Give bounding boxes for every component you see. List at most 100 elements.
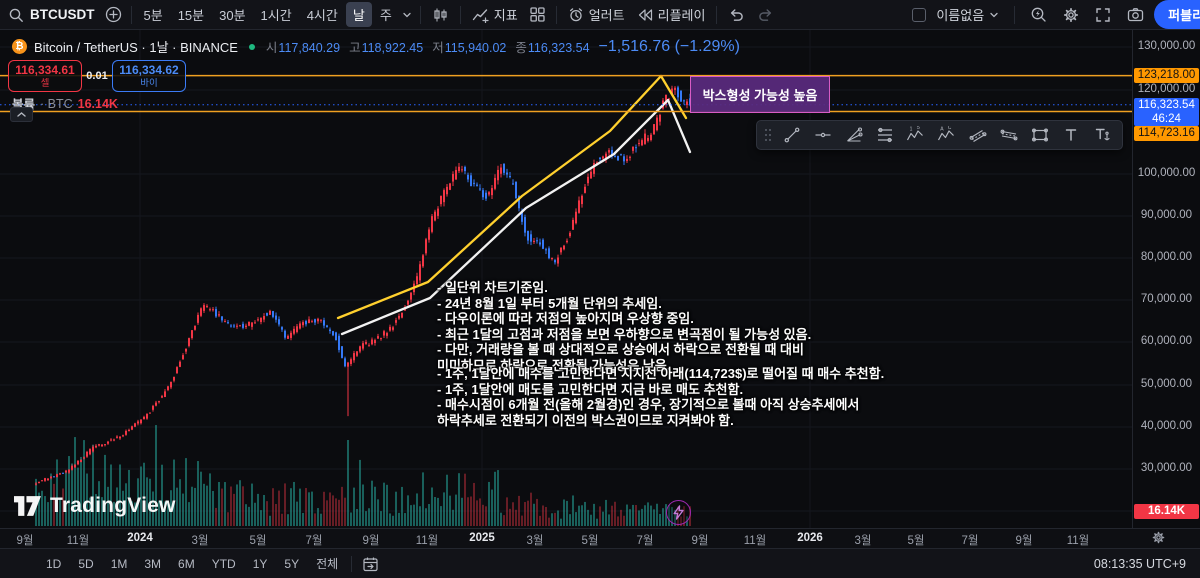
add-symbol-icon[interactable] — [105, 6, 122, 23]
disjoint-channel-tool-icon[interactable] — [993, 122, 1024, 148]
timeframe-15분[interactable]: 15분 — [171, 2, 211, 27]
anchored-text-tool-icon[interactable] — [1086, 122, 1117, 148]
layout-name-button[interactable]: 이름없음 — [930, 2, 1005, 27]
buy-button[interactable]: 116,334.62 바이 — [112, 60, 186, 92]
layout-templates-icon[interactable] — [524, 4, 551, 25]
clock-timezone[interactable]: 08:13:35 UTC+9 — [1094, 557, 1186, 571]
range-1Y[interactable]: 1Y — [253, 557, 268, 571]
screenshot-camera-icon[interactable] — [1121, 4, 1150, 25]
indicators-button[interactable]: 지표 — [466, 2, 524, 27]
range-group: 1D 5D 1M 3M 6M YTD 1Y 5Y 전체 — [46, 555, 355, 572]
ohlc-item: 시117,840.29 — [265, 41, 341, 55]
price-axis[interactable]: 123,218.00 116,323.54 46:24 114,723.16 1… — [1132, 30, 1200, 528]
range-YTD[interactable]: YTD — [212, 557, 236, 571]
buy-label: 바이 — [140, 77, 158, 89]
symbol-header[interactable]: ₿ Bitcoin / TetherUS · 1날 · BINANCE 시117… — [12, 37, 740, 56]
trend-line-tool-icon[interactable] — [776, 122, 807, 148]
time-tick: 11월 — [66, 535, 90, 547]
time-tick: 9월 — [16, 535, 34, 547]
search-icon[interactable] — [8, 7, 24, 23]
annotation-line: - 다만, 거래량을 볼 때 상대적으로 상승에서 하락으로 전환될 때 대비 — [437, 342, 804, 358]
publish-button[interactable]: 퍼블리시 — [1154, 0, 1200, 29]
annotation-line: - 24년 8월 1일 부터 5개월 단위의 추세임. — [437, 295, 662, 311]
drag-handle-icon[interactable] — [762, 122, 774, 148]
alarm-clock-icon — [568, 7, 584, 23]
elliott-impulse-tool-icon[interactable]: 15 — [900, 122, 931, 148]
fib-retracement-tool-icon[interactable] — [869, 122, 900, 148]
divider — [555, 5, 557, 24]
annotation-line: - 1주, 1달안에 매수를 고민한다면 지지선 아래(114,723$)로 떨… — [437, 366, 885, 381]
boost-button[interactable] — [666, 500, 691, 525]
drawing-toolbar: 15AC — [756, 120, 1123, 150]
time-tick: 7월 — [305, 535, 323, 547]
chevron-down-icon[interactable] — [402, 11, 412, 19]
price-chart[interactable] — [0, 30, 1132, 528]
bar-countdown: 46:24 — [1152, 112, 1181, 125]
time-tick: 5월 — [581, 535, 599, 547]
time-tick: 3월 — [854, 535, 872, 547]
time-tick: 2024 — [127, 532, 153, 544]
range-3M[interactable]: 3M — [144, 557, 161, 571]
chart-style-icon[interactable] — [426, 4, 455, 26]
watermark-text: TradingView — [50, 494, 176, 517]
range-1D[interactable]: 1D — [46, 557, 61, 571]
indicators-icon — [472, 7, 489, 23]
sell-label: 셀 — [40, 77, 50, 89]
range-전체[interactable]: 전체 — [316, 555, 338, 572]
text-tool-icon[interactable] — [1055, 122, 1086, 148]
timeframe-주[interactable]: 주 — [373, 2, 399, 27]
timeframe-1시간[interactable]: 1시간 — [254, 2, 299, 27]
timeframe-30분[interactable]: 30분 — [212, 2, 252, 27]
annotation-line: - 일단위 차트기준임. — [437, 280, 548, 295]
spread-value: 0.01 — [86, 70, 108, 82]
annotation-line: - 다우이론에 따라 저점의 높아지며 우상향 중임. — [437, 311, 694, 327]
price-change: −1,516.76 (−1.29%) — [598, 37, 740, 55]
fullscreen-icon[interactable] — [1089, 4, 1117, 26]
indicators-label: 지표 — [493, 8, 518, 23]
time-axis[interactable]: 9월 11월 2024 3월 5월 7월 9월 11월 2025 3월 5월 7월 9월 11월 2026 3… — [0, 528, 1200, 548]
timeframe-4시간[interactable]: 4시간 — [300, 2, 345, 27]
alert-button[interactable]: 얼러트 — [562, 2, 631, 27]
undo-icon[interactable] — [722, 4, 751, 25]
range-1M[interactable]: 1M — [111, 557, 128, 571]
range-6M[interactable]: 6M — [178, 557, 195, 571]
trend-fan-tool-icon[interactable] — [838, 122, 869, 148]
bottom-toolbar: 1D 5D 1M 3M 6M YTD 1Y 5Y 전체 08:13:35 UTC+9 — [0, 548, 1200, 578]
pane-collapse-button[interactable] — [10, 107, 33, 122]
annotation-line: - 1주, 1달안에 매도를 고민한다면 지금 바로 매도 추천함. — [437, 381, 744, 397]
range-5D[interactable]: 5D — [78, 557, 93, 571]
range-5Y[interactable]: 5Y — [284, 557, 299, 571]
sell-button[interactable]: 116,334.61 셀 — [8, 60, 82, 92]
replay-button[interactable]: 리플레이 — [631, 2, 712, 27]
volume-value: 16.14K — [77, 96, 118, 111]
layout-checkbox[interactable] — [912, 7, 927, 22]
annotation-block-2[interactable]: - 1주, 1달안에 매수를 고민한다면 지지선 아래(114,723$)로 떨… — [437, 366, 884, 428]
time-tick: 9월 — [1015, 535, 1033, 547]
callout-box[interactable]: 박스형성 가능성 높음 — [690, 76, 830, 113]
time-tick: 3월 — [191, 535, 209, 547]
annotation-block-1[interactable]: - 일단위 차트기준임. - 24년 8월 1일 부터 5개월 단위의 추세임. -… — [437, 280, 811, 374]
parallel-channel-tool-icon[interactable] — [962, 122, 993, 148]
timeframe-날[interactable]: 날 — [345, 2, 372, 27]
quick-search-icon[interactable] — [1024, 3, 1053, 26]
timeframe-5분[interactable]: 5분 — [137, 2, 170, 27]
rectangle-tool-icon[interactable] — [1024, 122, 1055, 148]
buy-price: 116,334.62 — [119, 62, 179, 77]
elliott-correction-tool-icon[interactable]: AC — [931, 122, 962, 148]
volume-axis-label: 16.14K — [1134, 504, 1199, 519]
axis-settings-gear-icon[interactable] — [1152, 531, 1165, 544]
redo-icon[interactable] — [751, 4, 780, 25]
annotation-line: 하락추세로 전환되기 이전의 박스권이므로 지켜봐야 함. — [437, 412, 734, 428]
time-tick: 11월 — [743, 535, 767, 547]
settings-gear-icon[interactable] — [1057, 4, 1085, 26]
chevron-up-icon — [16, 111, 27, 118]
replay-icon — [637, 8, 653, 22]
price-tick: 80,000.00 — [1140, 251, 1193, 263]
horizontal-line-tool-icon[interactable] — [807, 122, 838, 148]
price-tick: 70,000.00 — [1140, 293, 1193, 305]
symbol-button[interactable]: BTCUSDT — [24, 4, 101, 25]
tradingview-watermark[interactable]: TradingView — [14, 494, 176, 518]
divider — [716, 5, 718, 24]
time-tick: 3월 — [526, 535, 544, 547]
go-to-date-icon[interactable] — [362, 556, 379, 572]
